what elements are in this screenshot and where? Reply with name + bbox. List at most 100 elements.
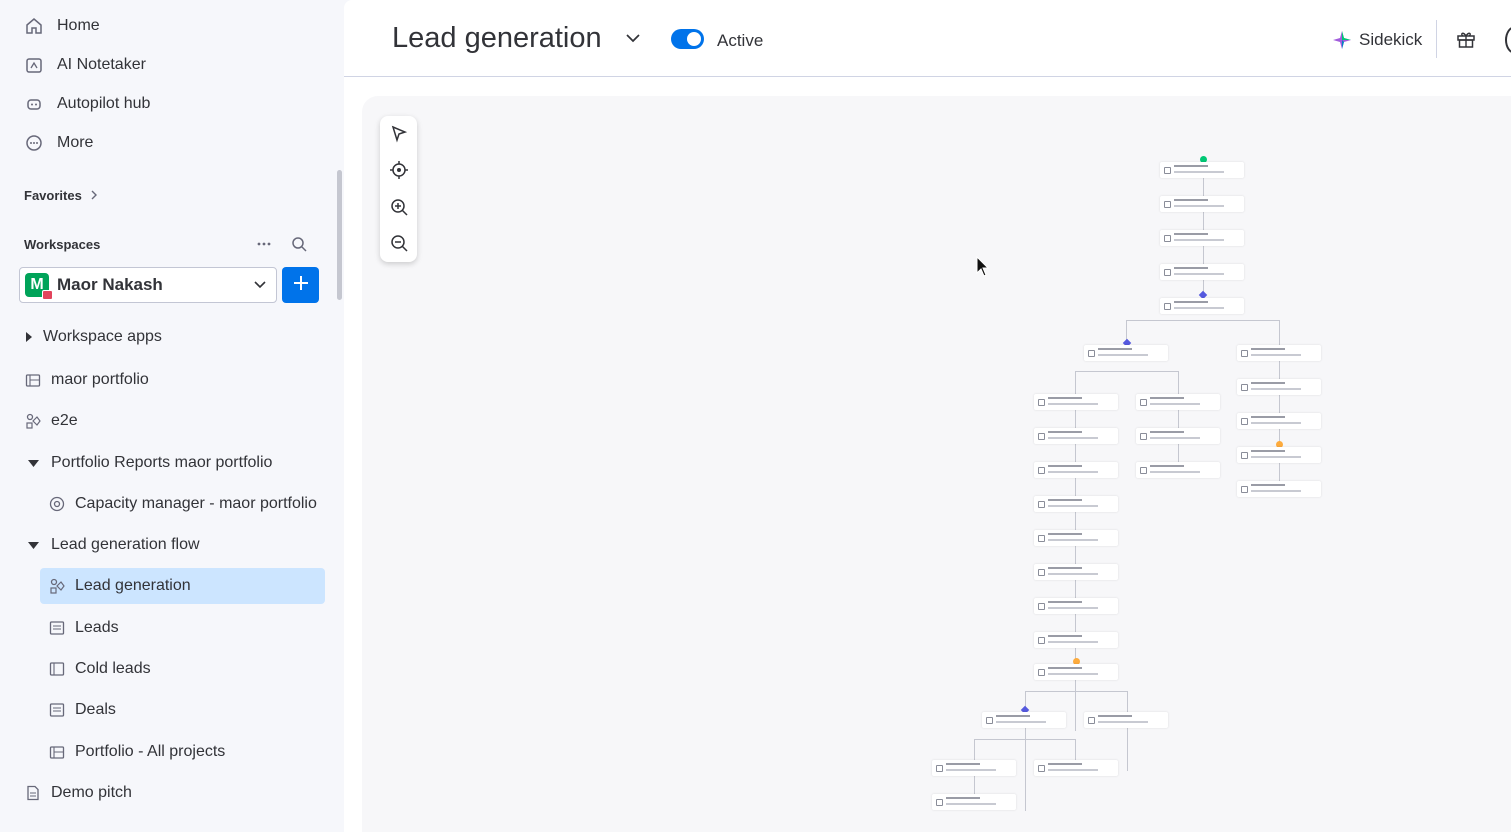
canvas-toolbar [380,116,417,262]
portfolio-icon [48,743,66,761]
tree-cold-leads[interactable]: Cold leads [48,651,151,687]
tree-label: Workspace apps [43,328,162,345]
tree-label: Portfolio - All projects [75,743,226,760]
workflow-node[interactable] [932,794,1016,810]
user-avatar[interactable] [1505,26,1511,54]
chevron-down-icon [254,276,266,294]
status-label: Active [717,31,764,50]
nav-ai-notetaker[interactable]: AI Notetaker [24,52,146,78]
zoom-in-icon[interactable] [389,197,409,217]
chevron-right-icon [90,188,98,203]
page-title[interactable]: Lead generation [392,22,602,55]
sidekick-button[interactable]: Sidekick [1332,30,1422,50]
pointer-icon[interactable] [389,124,409,144]
tree-capacity-manager[interactable]: Capacity manager - maor portfolio [48,486,317,522]
nav-home[interactable]: Home [24,13,100,39]
workspace-avatar: M [25,273,53,300]
workflow-node[interactable] [1237,447,1321,463]
tree-label: Portfolio Reports maor portfolio [51,454,273,471]
doc-icon [24,784,42,802]
workflow-node[interactable] [1034,632,1118,648]
tree-leads[interactable]: Leads [48,610,119,646]
tree-lead-generation-flow[interactable]: Lead generation flow [24,527,200,563]
tree-e2e[interactable]: e2e [24,403,78,439]
header-divider [1436,20,1437,58]
tree-lead-generation[interactable]: Lead generation [40,568,325,604]
workflow-node[interactable] [1160,298,1244,314]
main-panel: Lead generation Active Sidekick [344,0,1511,832]
board-icon [48,660,66,678]
workflow-node[interactable] [1034,664,1118,680]
tree-label: maor portfolio [51,371,149,388]
workflow-node[interactable] [1084,712,1168,728]
connector [1075,371,1179,372]
workflow-node[interactable] [932,760,1016,776]
tree-label: Leads [75,619,119,636]
tree-demo-pitch[interactable]: Demo pitch [24,775,132,811]
tree-portfolio-all-projects[interactable]: Portfolio - All projects [48,734,225,770]
tree-maor-portfolio[interactable]: maor portfolio [24,362,149,398]
lock-icon [42,290,53,300]
workflow-node[interactable] [1237,413,1321,429]
chevron-down-icon[interactable] [626,30,640,48]
more-dots-icon[interactable] [256,236,272,257]
workflow-node[interactable] [1160,230,1244,246]
connector [1025,691,1128,692]
workflow-node[interactable] [1160,162,1244,178]
tree-workspace-apps[interactable]: Workspace apps [24,319,162,355]
caret-right-icon [24,328,34,346]
locate-icon[interactable] [389,160,409,180]
connector [1127,691,1128,771]
tree-portfolio-reports[interactable]: Portfolio Reports maor portfolio [24,445,272,481]
workflow-node[interactable] [1034,760,1118,776]
workflow-node[interactable] [1034,496,1118,512]
workflow-node[interactable] [1237,481,1321,497]
search-icon[interactable] [291,236,307,257]
workflow-node[interactable] [1237,379,1321,395]
workflow-node[interactable] [1136,428,1220,444]
workflow-node[interactable] [1237,345,1321,361]
nav-label: Home [57,17,100,34]
nav-more[interactable]: More [24,130,93,156]
workflow-node[interactable] [1034,564,1118,580]
plus-icon [292,274,310,297]
nav-label: Autopilot hub [57,95,151,112]
nav-label: More [57,134,94,151]
workflow-node[interactable] [1034,394,1118,410]
favorites-section[interactable]: Favorites [24,188,98,203]
connector [1126,320,1280,321]
caret-down-icon [24,536,42,554]
tree-deals[interactable]: Deals [48,692,116,728]
workspace-dropdown[interactable]: M Maor Nakash [19,267,277,303]
workflow-node[interactable] [1034,530,1118,546]
connector [1178,371,1179,471]
nav-label: AI Notetaker [57,56,146,73]
workflow-node[interactable] [1136,462,1220,478]
workflow-node[interactable] [982,712,1066,728]
robot-icon [24,94,44,114]
tree-label: Capacity manager - maor portfolio [75,495,317,512]
workflow-node[interactable] [1034,598,1118,614]
connector [974,739,1076,740]
workspaces-section: Workspaces [24,237,100,252]
notetaker-icon [24,55,44,75]
workflow-node[interactable] [1034,428,1118,444]
workspaces-label: Workspaces [24,237,101,252]
workflow-node[interactable] [1136,394,1220,410]
workflow-node[interactable] [1160,264,1244,280]
workflow-node[interactable] [1160,196,1244,212]
tree-label: Deals [75,701,116,718]
target-icon [48,495,66,513]
workflow-canvas[interactable] [362,96,1511,832]
workflow-node[interactable] [1084,345,1168,361]
gift-icon[interactable] [1456,29,1476,54]
nav-autopilot-hub[interactable]: Autopilot hub [24,91,150,117]
active-toggle[interactable] [671,29,704,49]
sidebar-scrollbar[interactable] [337,170,342,300]
header: Lead generation Active Sidekick [344,0,1511,77]
mouse-cursor-icon [976,255,990,283]
add-button[interactable] [282,267,319,303]
zoom-out-icon[interactable] [389,233,409,253]
workflow-node[interactable] [1034,462,1118,478]
sparkle-icon [1333,31,1351,49]
